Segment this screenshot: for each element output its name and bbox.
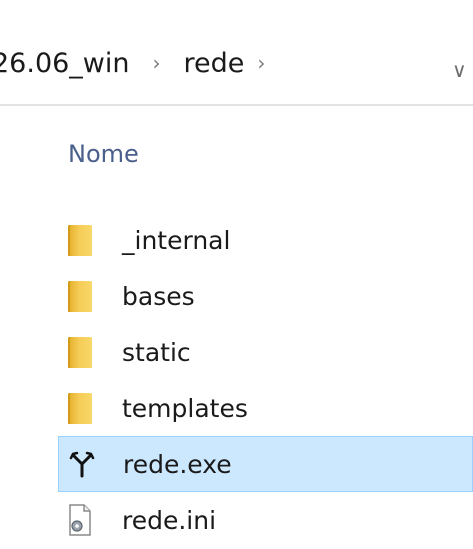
file-explorer-window: 26.06_win › rede › ∨ Nome _internal base… (0, 0, 473, 549)
application-icon (69, 448, 95, 480)
folder-icon (68, 224, 94, 256)
file-name: templates (122, 393, 248, 423)
folder-icon (68, 392, 94, 424)
file-name: rede.ini (122, 505, 217, 535)
breadcrumb-current[interactable]: rede (184, 48, 245, 79)
column-header-name[interactable]: Nome (68, 140, 139, 168)
toolbar-strip (0, 0, 473, 23)
file-name: static (122, 337, 191, 367)
file-list: _internal bases static templates rede.ex… (0, 212, 473, 548)
list-item-rede-ini[interactable]: rede.ini (0, 492, 473, 548)
settings-file-icon (68, 504, 94, 536)
chevron-down-icon[interactable]: ∨ (452, 58, 467, 82)
file-name: rede.exe (123, 449, 232, 479)
list-item-static[interactable]: static (0, 324, 473, 380)
chevron-right-icon[interactable]: › (244, 51, 278, 75)
list-item-templates[interactable]: templates (0, 380, 473, 436)
list-item-rede-exe[interactable]: rede.exe (58, 436, 473, 492)
folder-icon (68, 280, 94, 312)
address-bar[interactable]: 26.06_win › rede › ∨ (0, 22, 473, 106)
list-item-internal[interactable]: _internal (0, 212, 473, 268)
file-name: _internal (122, 225, 231, 255)
file-name: bases (122, 281, 195, 311)
chevron-right-icon[interactable]: › (130, 51, 184, 75)
list-item-bases[interactable]: bases (0, 268, 473, 324)
breadcrumb-parent[interactable]: 26.06_win (0, 48, 130, 79)
folder-icon (68, 336, 94, 368)
